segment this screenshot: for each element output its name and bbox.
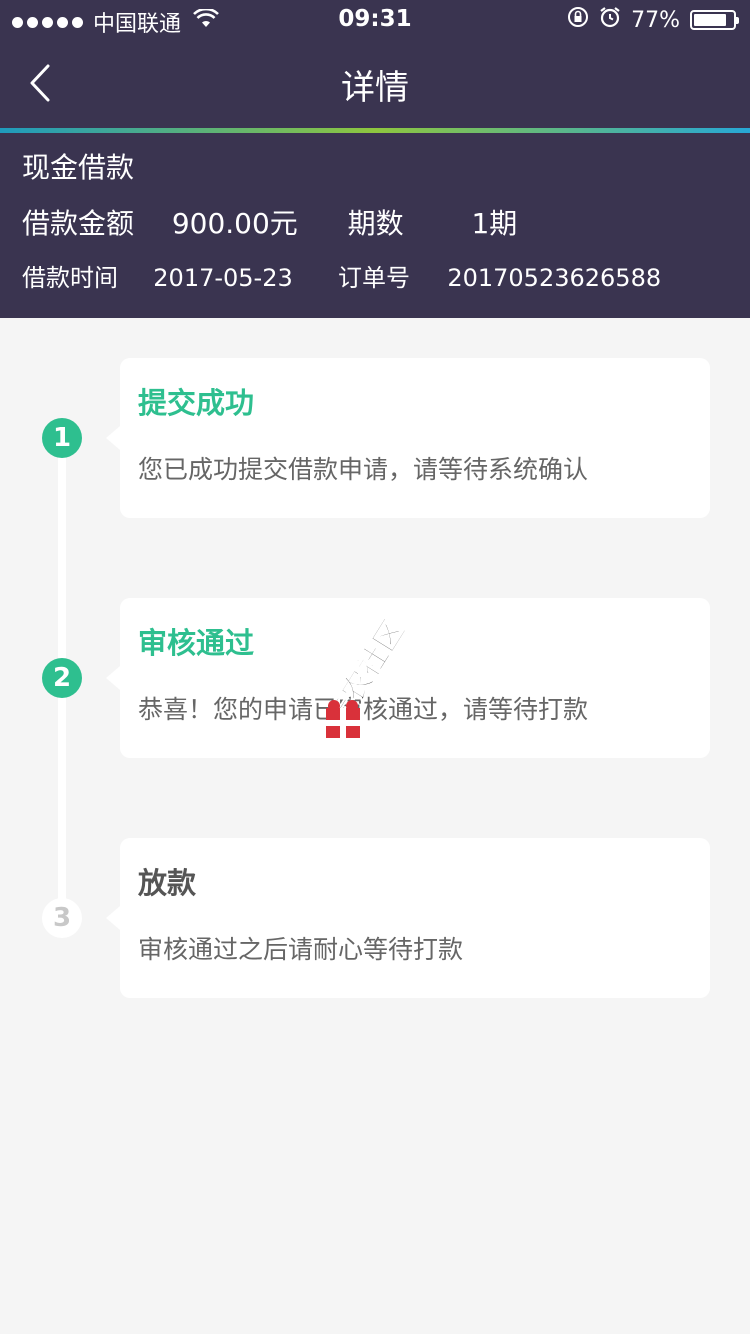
- alarm-icon: [599, 6, 621, 34]
- amount-label: 借款金额: [22, 207, 135, 240]
- step-2-badge: 2: [42, 658, 82, 698]
- status-right: 77%: [567, 6, 739, 34]
- time-label: 借款时间: [22, 264, 118, 292]
- status-bar: 中国联通 09:31 77%: [0, 0, 750, 40]
- loan-info: 现金借款 借款金额 900.00元 期数 1期 借款时间 2017-05-23 …: [22, 146, 661, 292]
- step-3-title: 放款: [138, 866, 197, 900]
- step-2-card: 审核通过 恭喜！您的申请已审核通过，请等待打款: [106, 598, 710, 758]
- loan-time-row: 借款时间 2017-05-23 订单号 20170523626588: [22, 258, 661, 293]
- periods-label: 期数: [347, 207, 404, 240]
- time-value: 2017-05-23: [153, 264, 293, 292]
- battery-percent: 77%: [631, 7, 680, 33]
- loan-amount-row: 借款金额 900.00元 期数 1期: [22, 202, 517, 242]
- step-1-card: 提交成功 您已成功提交借款申请，请等待系统确认: [106, 358, 710, 518]
- step-1-title: 提交成功: [138, 386, 255, 420]
- nav-bar: 详情: [0, 40, 750, 128]
- loan-type: 现金借款: [22, 151, 135, 184]
- amount-value: 900.00元: [171, 207, 298, 240]
- page-title: 详情: [341, 68, 409, 108]
- step-3-desc: 审核通过之后请耐心等待打款: [138, 935, 464, 964]
- step-3-badge: 3: [42, 898, 82, 938]
- step-2-desc: 恭喜！您的申请已审核通过，请等待打款: [138, 695, 589, 724]
- periods-value: 1期: [471, 207, 518, 240]
- step-2-title: 审核通过: [138, 626, 255, 660]
- step-1-desc: 您已成功提交借款申请，请等待系统确认: [138, 455, 589, 484]
- header: 中国联通 09:31 77% 详情 现金借款 借款金额 900.00元 期数 1…: [0, 0, 750, 318]
- battery-icon: [690, 10, 739, 30]
- order-label: 订单号: [338, 264, 411, 292]
- header-divider: [0, 128, 750, 133]
- rotation-lock-icon: [567, 6, 589, 34]
- step-3-card: 放款 审核通过之后请耐心等待打款: [106, 838, 710, 998]
- order-value: 20170523626588: [447, 264, 662, 292]
- step-1-badge: 1: [42, 418, 82, 458]
